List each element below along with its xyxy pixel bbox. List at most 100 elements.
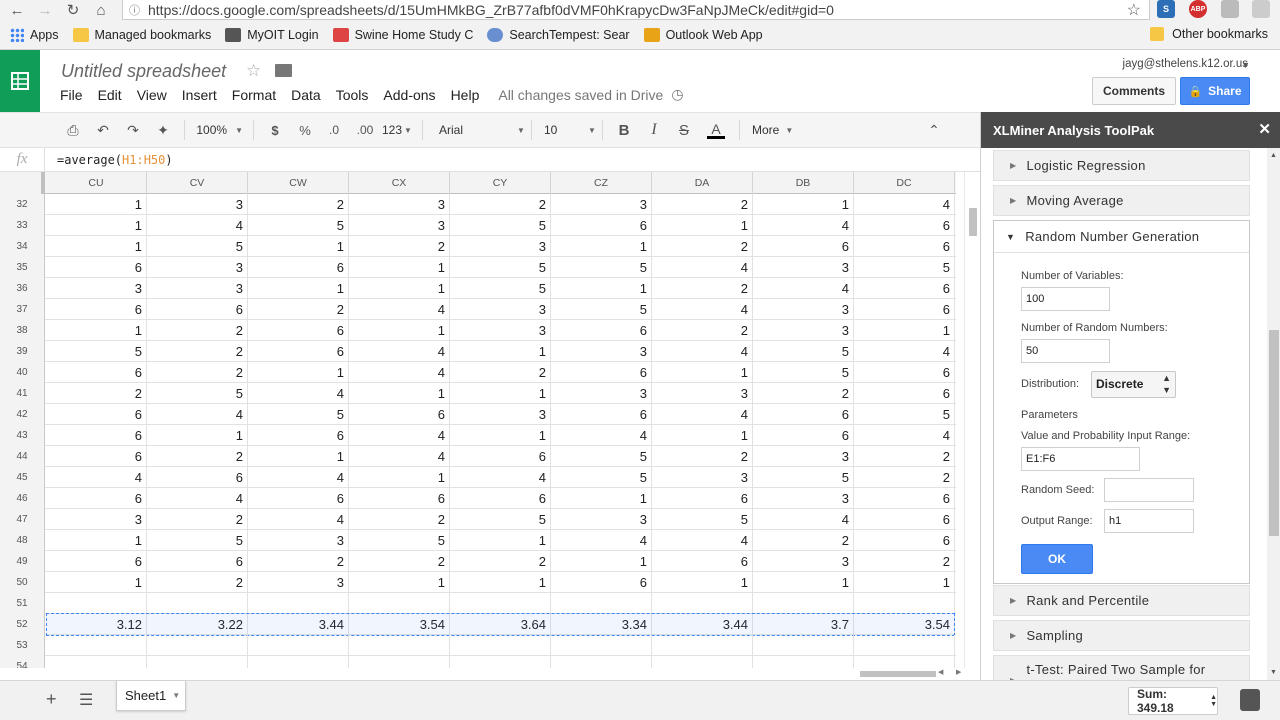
- grid-cell[interactable]: 4: [652, 341, 753, 362]
- grid-cell[interactable]: 2: [349, 551, 450, 572]
- formula-input[interactable]: =average(H1:H50): [44, 147, 980, 172]
- grid-cell[interactable]: [147, 635, 248, 656]
- scroll-up-icon[interactable]: ▲: [1270, 152, 1277, 159]
- grid-cell[interactable]: [652, 593, 753, 614]
- menu-format[interactable]: Format: [232, 87, 276, 103]
- document-title[interactable]: Untitled spreadsheet: [61, 61, 226, 82]
- other-bookmarks[interactable]: Other bookmarks: [1150, 27, 1268, 41]
- grid-cell[interactable]: [450, 635, 551, 656]
- grid-cell[interactable]: [147, 656, 248, 668]
- menu-addons[interactable]: Add-ons: [383, 87, 435, 103]
- grid-cell[interactable]: 3: [46, 278, 147, 299]
- grid-cell[interactable]: 6: [551, 215, 652, 236]
- row-header[interactable]: 41: [0, 383, 45, 404]
- row-header[interactable]: 46: [0, 488, 45, 509]
- extension-icon[interactable]: [1252, 0, 1270, 18]
- chevron-down-icon[interactable]: ▼: [172, 691, 180, 700]
- grid-cell[interactable]: 3: [349, 215, 450, 236]
- section-logistic-regression[interactable]: ▶ Logistic Regression: [993, 150, 1250, 181]
- grid-cell[interactable]: 2: [854, 467, 955, 488]
- grid-cell[interactable]: 2: [46, 383, 147, 404]
- sheet-tab-sheet1[interactable]: Sheet1 ▼: [116, 681, 186, 711]
- grid-cell[interactable]: [753, 593, 854, 614]
- grid-cell[interactable]: 1: [450, 383, 551, 404]
- grid-cell[interactable]: 1: [248, 362, 349, 383]
- grid-cell[interactable]: 5: [551, 299, 652, 320]
- comments-button[interactable]: Comments: [1092, 77, 1176, 105]
- grid-cell[interactable]: 5: [46, 341, 147, 362]
- grid-cell[interactable]: 1: [450, 572, 551, 593]
- num-random-input[interactable]: 50: [1021, 339, 1110, 363]
- grid-cell[interactable]: 3: [450, 236, 551, 257]
- bold-button[interactable]: B: [609, 118, 639, 142]
- account-caret-icon[interactable]: ▼: [1241, 60, 1250, 70]
- reload-icon[interactable]: ↻: [60, 0, 86, 20]
- grid-cell[interactable]: 1: [349, 383, 450, 404]
- grid-cell[interactable]: 2: [450, 362, 551, 383]
- grid-cell[interactable]: 6: [248, 341, 349, 362]
- grid-cell[interactable]: 2: [753, 530, 854, 551]
- grid-cell[interactable]: 6: [147, 299, 248, 320]
- grid-cell[interactable]: 2: [652, 446, 753, 467]
- add-sheet-icon[interactable]: +: [46, 689, 57, 710]
- grid-cell[interactable]: 6: [46, 299, 147, 320]
- grid-cell[interactable]: 4: [248, 467, 349, 488]
- row-header[interactable]: 49: [0, 551, 45, 572]
- grid-cell[interactable]: 5: [147, 236, 248, 257]
- text-color-button[interactable]: A: [699, 118, 733, 142]
- grid-cell[interactable]: [652, 635, 753, 656]
- grid-cell[interactable]: 2: [147, 320, 248, 341]
- grid-cell[interactable]: 6: [46, 488, 147, 509]
- section-t-test-paired[interactable]: ▶ t-Test: Paired Two Sample for: [993, 655, 1250, 680]
- grid-cell[interactable]: 4: [248, 383, 349, 404]
- row-header[interactable]: 36: [0, 278, 45, 299]
- grid-cell[interactable]: 4: [652, 257, 753, 278]
- grid-cell[interactable]: 4: [652, 299, 753, 320]
- grid-cell[interactable]: [450, 593, 551, 614]
- grid-cell[interactable]: 6: [854, 236, 955, 257]
- grid-cell[interactable]: 5: [248, 404, 349, 425]
- grid-cell[interactable]: [551, 593, 652, 614]
- grid-cell[interactable]: 6: [854, 215, 955, 236]
- grid-cell[interactable]: 1: [248, 446, 349, 467]
- grid-horizontal-scrollbar[interactable]: ◀ ▶: [858, 668, 980, 680]
- row-header[interactable]: 43: [0, 425, 45, 446]
- grid-cell[interactable]: 1: [652, 425, 753, 446]
- grid-cell[interactable]: 1: [349, 572, 450, 593]
- info-icon[interactable]: ⓘ: [129, 2, 140, 18]
- grid-cell[interactable]: [46, 593, 147, 614]
- grid-cell[interactable]: 3: [753, 446, 854, 467]
- menu-file[interactable]: File: [60, 87, 83, 103]
- grid-cell[interactable]: 4: [248, 509, 349, 530]
- grid-cell[interactable]: 6: [248, 257, 349, 278]
- row-header[interactable]: 35: [0, 257, 45, 278]
- grid-cell[interactable]: [854, 656, 955, 668]
- grid-cell[interactable]: 6: [349, 488, 450, 509]
- grid-cell[interactable]: 6: [46, 425, 147, 446]
- grid-cell[interactable]: 1: [551, 488, 652, 509]
- grid-cell[interactable]: 2: [854, 551, 955, 572]
- sidebar-scrollbar[interactable]: ▲ ▼: [1267, 148, 1280, 680]
- grid-cell[interactable]: 4: [349, 446, 450, 467]
- row-header[interactable]: 51: [0, 593, 45, 614]
- grid-cell[interactable]: 1: [349, 320, 450, 341]
- grid-cell[interactable]: 1: [450, 530, 551, 551]
- row-header[interactable]: 45: [0, 467, 45, 488]
- undo-icon[interactable]: ↶: [88, 118, 118, 142]
- grid-cell[interactable]: 3: [551, 383, 652, 404]
- grid-cell[interactable]: 4: [147, 215, 248, 236]
- grid-cell[interactable]: 3: [450, 299, 551, 320]
- strikethrough-button[interactable]: S: [669, 118, 699, 142]
- grid-cell[interactable]: 1: [46, 530, 147, 551]
- grid-cell[interactable]: 1: [652, 215, 753, 236]
- row-header[interactable]: 42: [0, 404, 45, 425]
- grid-cell[interactable]: 2: [147, 509, 248, 530]
- grid-cell[interactable]: 4: [854, 341, 955, 362]
- grid-cell[interactable]: 5: [551, 446, 652, 467]
- grid-cell[interactable]: 2: [854, 446, 955, 467]
- grid-cell[interactable]: 6: [551, 362, 652, 383]
- history-icon[interactable]: ◷: [671, 86, 683, 103]
- row-header[interactable]: 39: [0, 341, 45, 362]
- grid-cell[interactable]: 2: [652, 236, 753, 257]
- back-icon[interactable]: ←: [4, 0, 30, 20]
